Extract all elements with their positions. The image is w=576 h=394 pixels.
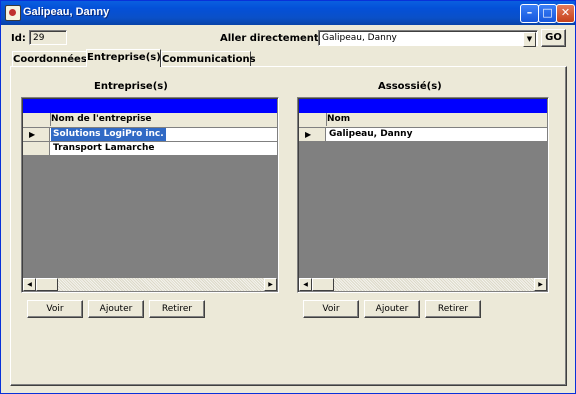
- row-selector[interactable]: [23, 142, 50, 155]
- tab-coordonnees[interactable]: Coordonnées: [12, 51, 87, 67]
- go-button[interactable]: GO: [541, 29, 566, 47]
- goto-combobox[interactable]: Galipeau, Danny ▼: [318, 30, 538, 47]
- row-selector-header: [23, 113, 51, 126]
- goto-combobox-value: Galipeau, Danny: [322, 33, 397, 43]
- grid-header: Nom de l'entreprise: [23, 113, 277, 128]
- scroll-left-icon[interactable]: ◀: [299, 278, 312, 291]
- scroll-track[interactable]: [334, 278, 534, 291]
- current-row-icon: ▶: [23, 128, 50, 141]
- app-icon: [5, 5, 21, 21]
- grid-caption-bar: [23, 99, 277, 113]
- app-window: Galipeau, Danny – □ ✕ Id: 29 Aller direc…: [0, 0, 576, 394]
- view-company-button[interactable]: Voir: [27, 300, 83, 318]
- table-row[interactable]: Transport Lamarche: [23, 142, 277, 156]
- id-label: Id:: [11, 33, 26, 44]
- left-section-title: Entreprise(s): [94, 81, 168, 92]
- scroll-track[interactable]: [58, 278, 264, 291]
- window-title: Galipeau, Danny: [23, 6, 110, 18]
- minimize-icon[interactable]: –: [520, 4, 539, 23]
- remove-associate-button[interactable]: Retirer: [425, 300, 481, 318]
- companies-grid[interactable]: Nom de l'entreprise ▶ Solutions LogiPro …: [21, 97, 279, 293]
- row-selector-header: [299, 113, 327, 126]
- add-associate-button[interactable]: Ajouter: [364, 300, 420, 318]
- associates-grid[interactable]: Nom ▶ Galipeau, Danny ◀ ▶: [297, 97, 549, 293]
- table-row[interactable]: ▶ Solutions LogiPro inc.: [23, 128, 277, 142]
- close-icon[interactable]: ✕: [556, 4, 575, 23]
- remove-company-button[interactable]: Retirer: [149, 300, 205, 318]
- scroll-thumb[interactable]: [36, 278, 58, 291]
- grid-header: Nom: [299, 113, 547, 128]
- table-row[interactable]: ▶ Galipeau, Danny: [299, 128, 547, 142]
- title-bar[interactable]: Galipeau, Danny – □ ✕: [1, 1, 575, 25]
- chevron-down-icon[interactable]: ▼: [523, 32, 536, 47]
- grid-caption-bar: [299, 99, 547, 113]
- maximize-icon[interactable]: □: [538, 4, 557, 23]
- scroll-left-icon[interactable]: ◀: [23, 278, 36, 291]
- view-associate-button[interactable]: Voir: [303, 300, 359, 318]
- horizontal-scrollbar[interactable]: ◀ ▶: [299, 278, 547, 291]
- right-section-title: Assossié(s): [378, 81, 442, 92]
- cell-company-name[interactable]: Transport Lamarche: [51, 142, 156, 155]
- add-company-button[interactable]: Ajouter: [88, 300, 144, 318]
- scroll-right-icon[interactable]: ▶: [534, 278, 547, 291]
- id-field: 29: [29, 30, 67, 45]
- tab-communications[interactable]: Communications: [161, 51, 256, 67]
- horizontal-scrollbar[interactable]: ◀ ▶: [23, 278, 277, 291]
- tab-entreprises[interactable]: Entreprise(s): [86, 49, 161, 67]
- scroll-right-icon[interactable]: ▶: [264, 278, 277, 291]
- current-row-icon: ▶: [299, 128, 326, 141]
- tab-panel-entreprises: Entreprise(s) Nom de l'entreprise ▶ Solu…: [10, 66, 567, 386]
- cell-associate-name[interactable]: Galipeau, Danny: [327, 128, 414, 141]
- column-header-company-name[interactable]: Nom de l'entreprise: [51, 114, 152, 124]
- column-header-name[interactable]: Nom: [327, 114, 350, 124]
- cell-company-name[interactable]: Solutions LogiPro inc.: [51, 128, 166, 141]
- scroll-thumb[interactable]: [312, 278, 334, 291]
